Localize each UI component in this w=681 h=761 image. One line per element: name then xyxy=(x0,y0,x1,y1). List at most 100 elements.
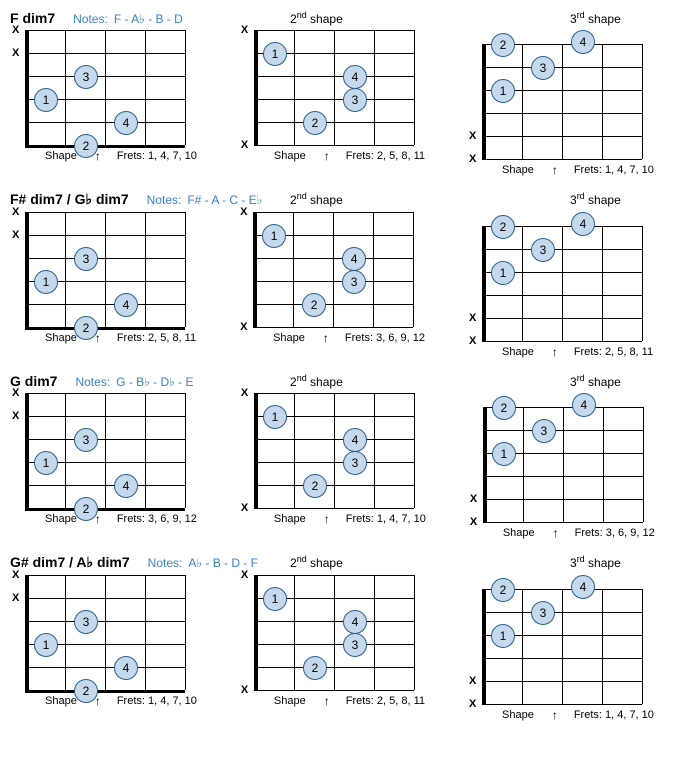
frets-label: Frets: 1, 4, 7, 10 xyxy=(574,164,654,176)
frets-label: Frets: 1, 4, 7, 10 xyxy=(574,709,654,721)
shape-label: Shape xyxy=(45,332,77,344)
finger-dot: 3 xyxy=(532,419,556,443)
mute-marker: X xyxy=(241,502,248,514)
finger-dot: 1 xyxy=(263,42,287,66)
shape-3-label: 3rd shape xyxy=(570,554,621,570)
notes-value: G - B♭ - D♭ - E xyxy=(116,375,193,389)
finger-dot: 3 xyxy=(343,633,367,657)
finger-dot: 4 xyxy=(114,656,138,680)
mute-marker: X xyxy=(12,592,19,604)
mute-marker: X xyxy=(12,387,19,399)
mute-marker: X xyxy=(241,684,248,696)
finger-dot: 1 xyxy=(34,451,58,475)
shape-2-label: 2nd shape xyxy=(290,554,343,570)
root-arrow-icon: ↑ xyxy=(553,526,559,540)
shape-2-label: 2nd shape xyxy=(290,191,343,207)
finger-dot: 1 xyxy=(263,587,287,611)
notes-value: F# - A - C - E♭ xyxy=(187,193,262,207)
finger-dot: 1 xyxy=(34,270,58,294)
finger-dot: 4 xyxy=(114,111,138,135)
mute-marker: X xyxy=(12,47,19,59)
shape-label: Shape xyxy=(45,513,77,525)
fretboard-grid: XX1234 xyxy=(467,44,642,159)
fretboard-grid: XX1234 xyxy=(238,212,413,327)
mute-marker: X xyxy=(241,139,248,151)
root-arrow-icon: ↑ xyxy=(324,149,330,163)
shape-label: Shape xyxy=(274,150,306,162)
chord-row: F dim7Notes:F - A♭ - B - D2nd shape3rd s… xyxy=(10,10,671,177)
mute-marker: X xyxy=(469,335,476,347)
frets-label: Frets: 1, 4, 7, 10 xyxy=(117,695,197,707)
finger-dot: 3 xyxy=(531,56,555,80)
finger-dot: 1 xyxy=(263,405,287,429)
mute-marker: X xyxy=(12,206,19,218)
shape-3-label: 3rd shape xyxy=(570,191,621,207)
fretboard-grid: XX1234 xyxy=(467,589,642,704)
mute-marker: X xyxy=(470,516,477,528)
finger-dot: 3 xyxy=(531,238,555,262)
frets-label: Frets: 2, 5, 8, 11 xyxy=(574,346,653,358)
root-arrow-icon: ↑ xyxy=(324,694,330,708)
frets-label: Frets: 1, 4, 7, 10 xyxy=(346,513,426,525)
finger-dot: 3 xyxy=(343,88,367,112)
shape-label: Shape xyxy=(503,527,535,539)
chord-diagram: XX1234Shape↑Frets: 1, 4, 7, 10 xyxy=(239,393,426,540)
mute-marker: X xyxy=(12,24,19,36)
shape-label: Shape xyxy=(502,164,534,176)
fretboard-grid: XX1234 xyxy=(468,407,643,522)
finger-dot: 4 xyxy=(343,610,367,634)
root-arrow-icon: ↑ xyxy=(552,708,558,722)
mute-marker: X xyxy=(12,229,19,241)
mute-marker: X xyxy=(241,24,248,36)
finger-dot: 2 xyxy=(303,474,327,498)
chord-diagram: XX1234Shape↑Frets: 3, 6, 9, 12 xyxy=(10,393,197,540)
finger-dot: 2 xyxy=(491,215,515,239)
finger-dot: 3 xyxy=(342,270,366,294)
fretboard-grid: XX1234 xyxy=(10,393,185,508)
frets-label: Frets: 3, 6, 9, 12 xyxy=(345,332,425,344)
chord-row: G# dim7 / A♭ dim7Notes:A♭ - B - D - F2nd… xyxy=(10,554,671,722)
finger-dot: 3 xyxy=(531,601,555,625)
finger-dot: 2 xyxy=(74,679,98,703)
chord-diagram: XX1234Shape↑Frets: 2, 5, 8, 11 xyxy=(467,212,653,359)
chord-diagram: XX1234Shape↑Frets: 1, 4, 7, 10 xyxy=(467,30,654,177)
frets-label: Frets: 2, 5, 8, 11 xyxy=(346,695,425,707)
finger-dot: 1 xyxy=(34,88,58,112)
finger-dot: 3 xyxy=(343,451,367,475)
finger-dot: 3 xyxy=(74,610,98,634)
notes-label: Notes: xyxy=(148,556,183,570)
chord-row: F# dim7 / G♭ dim7Notes:F# - A - C - E♭2n… xyxy=(10,191,671,359)
chord-diagram: XX1234Shape↑Frets: 2, 5, 8, 11 xyxy=(10,212,196,359)
finger-dot: 3 xyxy=(74,428,98,452)
mute-marker: X xyxy=(469,675,476,687)
mute-marker: X xyxy=(12,569,19,581)
chord-diagram: XX1234Shape↑Frets: 1, 4, 7, 10 xyxy=(10,30,197,177)
finger-dot: 1 xyxy=(34,633,58,657)
root-arrow-icon: ↑ xyxy=(324,512,330,526)
shape-2-label: 2nd shape xyxy=(290,373,343,389)
shape-3-label: 3rd shape xyxy=(570,10,621,26)
chord-row: G dim7Notes:G - B♭ - D♭ - E2nd shape3rd … xyxy=(10,373,671,540)
chord-diagram: XX1234Shape↑Frets: 1, 4, 7, 10 xyxy=(10,575,197,722)
finger-dot: 1 xyxy=(262,224,286,248)
frets-label: Frets: 3, 6, 9, 12 xyxy=(575,527,655,539)
frets-label: Frets: 1, 4, 7, 10 xyxy=(117,150,197,162)
shape-label: Shape xyxy=(274,513,306,525)
shape-2-label: 2nd shape xyxy=(290,10,343,26)
root-arrow-icon: ↑ xyxy=(552,345,558,359)
mute-marker: X xyxy=(469,153,476,165)
fretboard-grid: XX1234 xyxy=(467,226,642,341)
chord-name: F# dim7 / G♭ dim7 xyxy=(10,191,129,208)
chord-diagram: XX1234Shape↑Frets: 3, 6, 9, 12 xyxy=(238,212,425,359)
finger-dot: 1 xyxy=(491,79,515,103)
shape-3-label: 3rd shape xyxy=(570,373,621,389)
fretboard-grid: XX1234 xyxy=(239,393,414,508)
chord-diagram: XX1234 Shape ↑ Frets: 3, 6, 9, 12 xyxy=(468,393,655,540)
finger-dot: 2 xyxy=(492,396,516,420)
finger-dot: 1 xyxy=(491,624,515,648)
finger-dot: 2 xyxy=(491,33,515,57)
finger-dot: 1 xyxy=(491,261,515,285)
finger-dot: 2 xyxy=(74,316,98,340)
mute-marker: X xyxy=(240,206,247,218)
finger-dot: 4 xyxy=(571,575,595,599)
